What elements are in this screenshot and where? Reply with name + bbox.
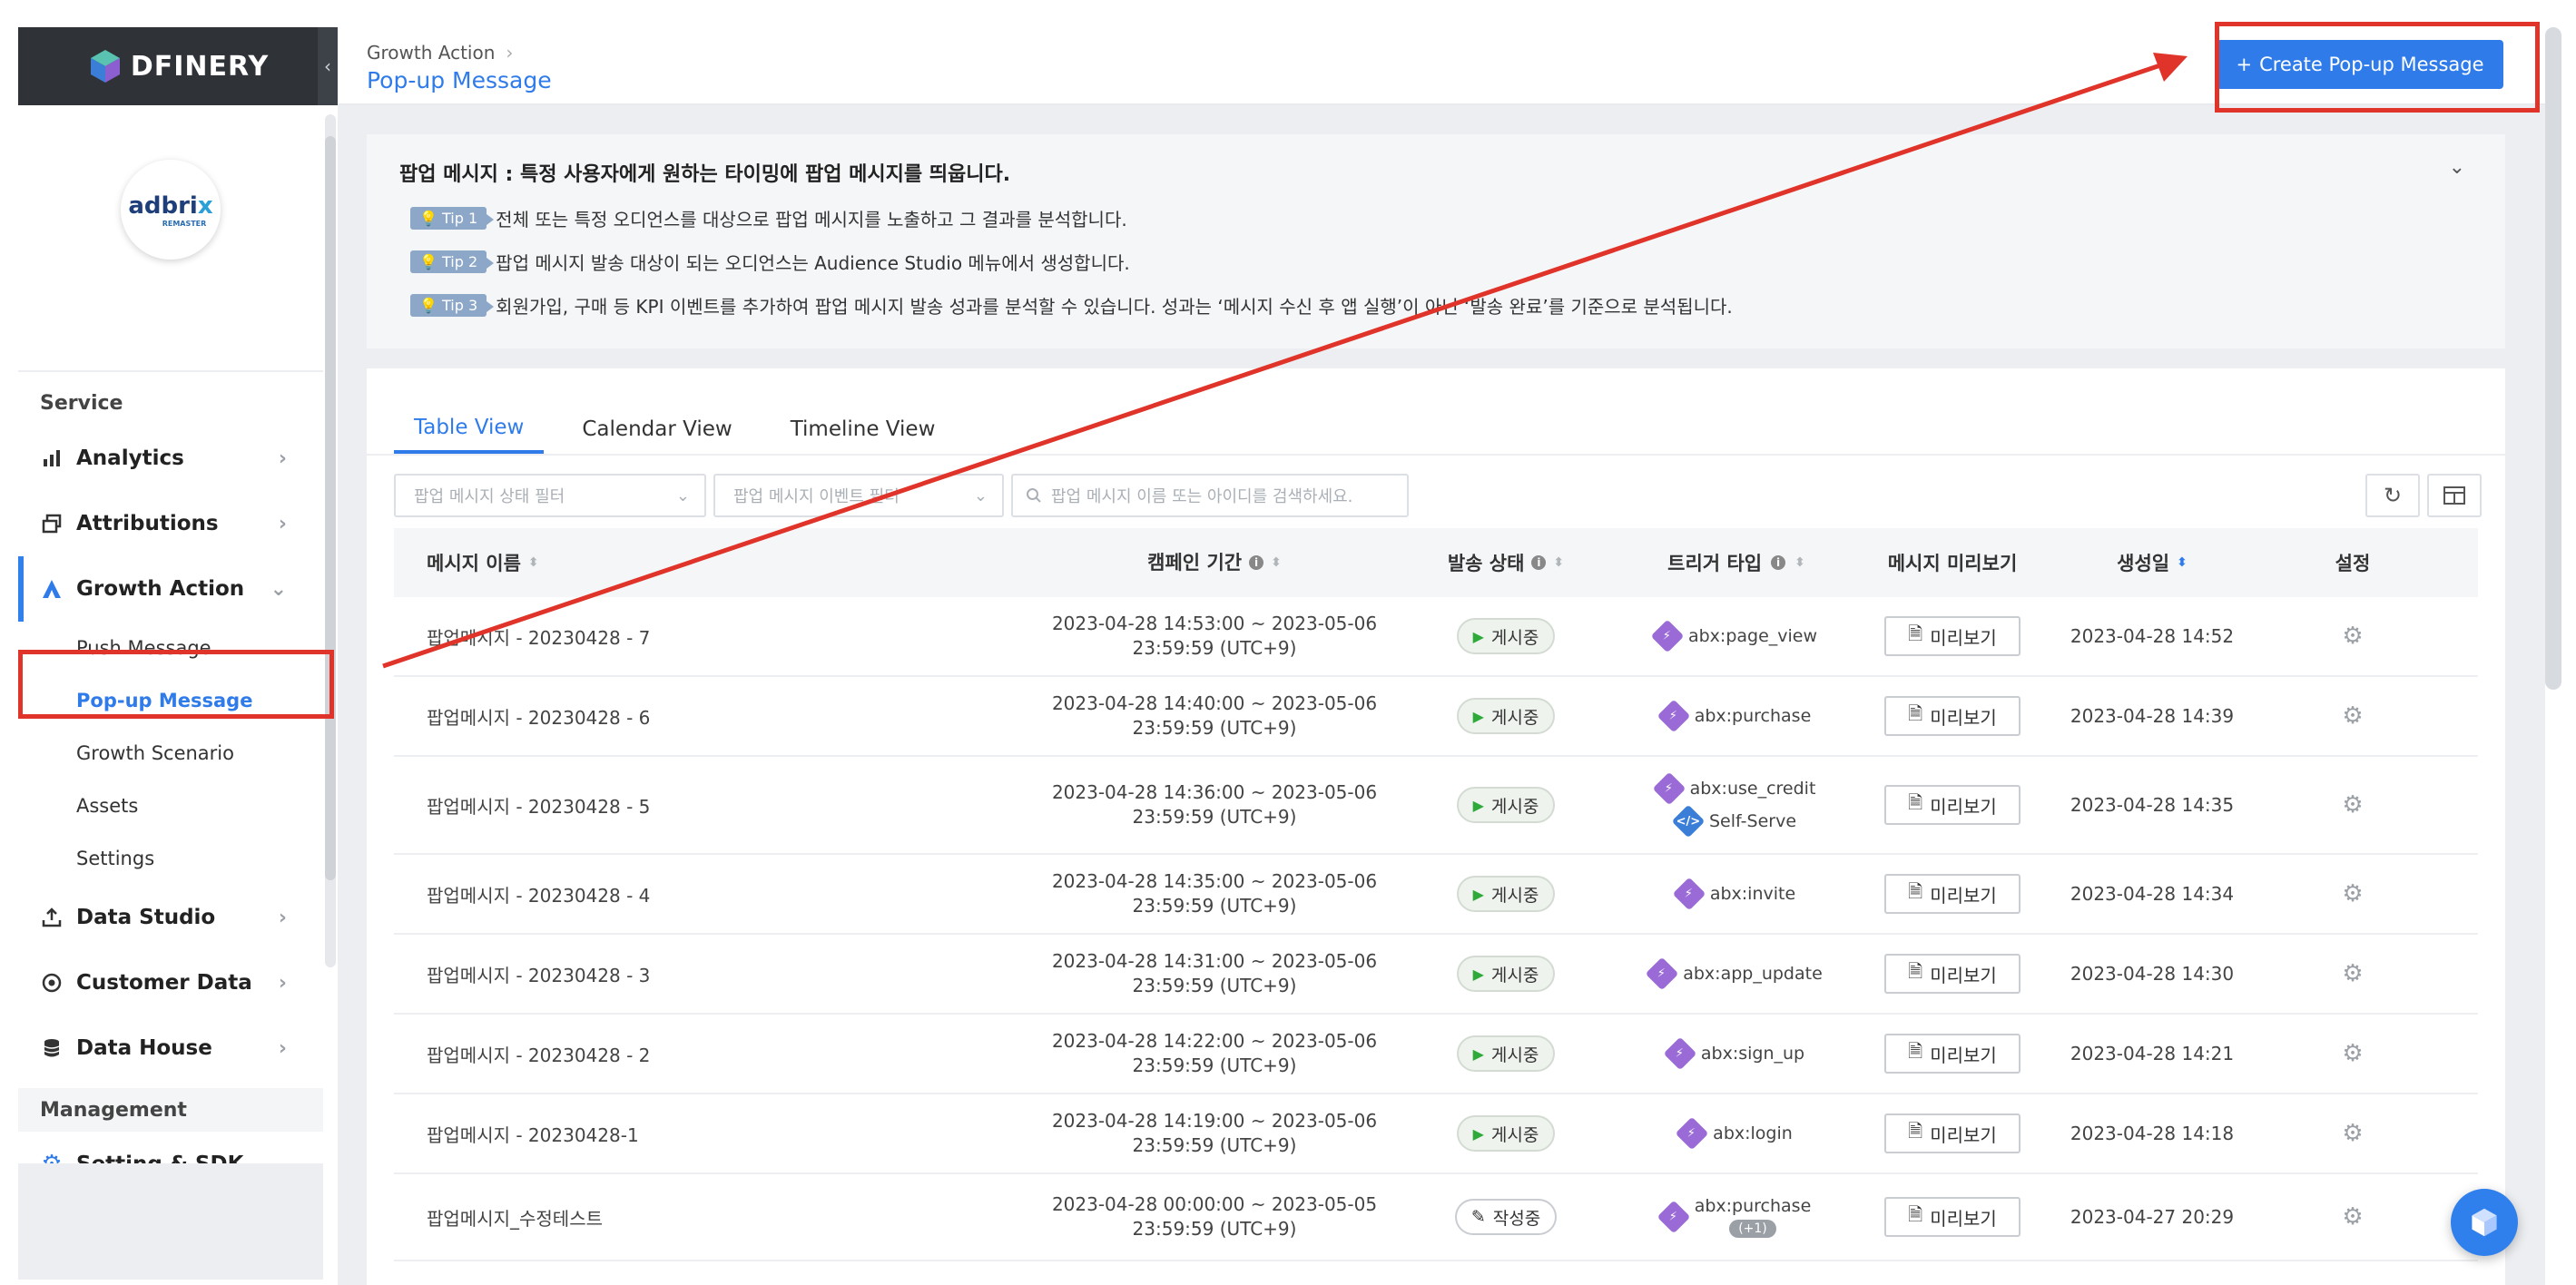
cube-support-icon (2472, 1208, 2497, 1237)
annotation-arrow (382, 53, 2188, 669)
chat-support-button[interactable] (2451, 1189, 2518, 1256)
app-root: DFINERY ‹ adbrix REMASTER Service Analyt… (0, 0, 2576, 1285)
